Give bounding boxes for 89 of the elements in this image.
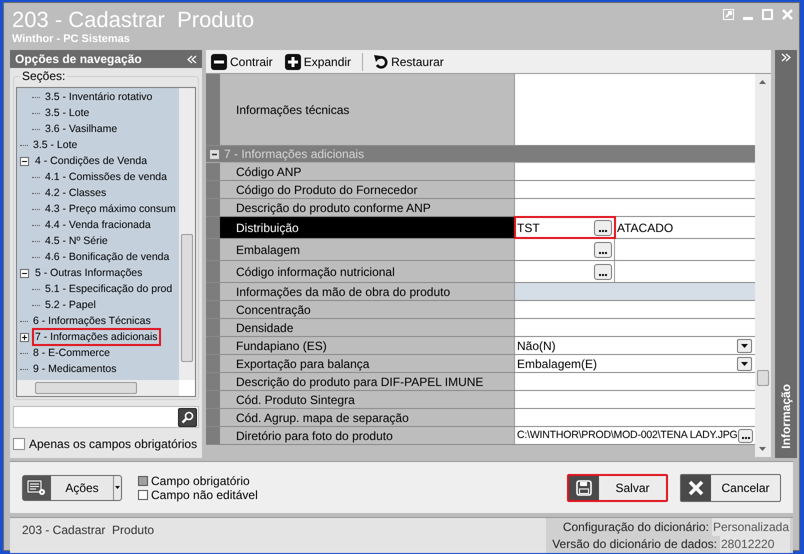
row-gutter (206, 283, 220, 300)
collapse-icon[interactable] (20, 156, 29, 166)
collapse-icon[interactable] (20, 268, 29, 278)
scrollbar[interactable] (17, 380, 179, 396)
caret-icon (115, 486, 120, 489)
row-gutter (206, 319, 220, 336)
undo-icon (374, 54, 388, 69)
row-gutter (206, 355, 220, 372)
legend-label: Campo obrigatório (151, 472, 250, 490)
save-button[interactable]: Salvar (567, 474, 668, 502)
search-icon (181, 410, 194, 424)
dropdown-field[interactable]: Não(N) (515, 337, 755, 354)
toolbar-button[interactable]: Restaurar (373, 52, 445, 72)
tree-item[interactable]: 7 - Informações adicionais (34, 330, 159, 344)
info-panel[interactable]: Informação (775, 50, 797, 458)
tree-item[interactable]: 3.6 - Vasilhame (44, 122, 118, 136)
dropdown-arrow-icon (741, 344, 748, 348)
plus-icon (284, 54, 301, 70)
expand-icon[interactable] (20, 332, 29, 342)
row-gutter (206, 261, 220, 282)
tree-item[interactable]: 9 - Medicamentos (32, 362, 118, 376)
scroll-thumb[interactable] (35, 382, 137, 394)
checkbox[interactable] (13, 438, 25, 450)
tree-item[interactable]: 5 - Outras Informações (34, 266, 144, 280)
dropdown-field[interactable]: Embalagem(E) (515, 355, 755, 372)
scroll-up-icon[interactable] (759, 80, 766, 84)
cancel-button[interactable]: Cancelar (680, 474, 781, 502)
collapse-icon[interactable] (210, 150, 219, 158)
scrollbar[interactable] (179, 88, 195, 380)
tree-item[interactable]: 4.2 - Classes (44, 186, 108, 200)
row-gutter (206, 301, 220, 318)
legend-label: Campo não editável (151, 488, 258, 504)
window-subtitle: Winthor - PC Sistemas (12, 33, 130, 46)
ellipsis-button[interactable] (738, 428, 753, 442)
row-gutter (206, 427, 220, 444)
tree-item[interactable]: 4.5 - Nº Série (44, 234, 109, 248)
tree-item[interactable]: 6 - Informações Técnicas (32, 314, 152, 328)
toolbar-button[interactable]: Expandir (284, 52, 352, 72)
maximize-icon[interactable] (762, 9, 773, 20)
tree-item[interactable]: 4.3 - Preço máximo consum (44, 202, 177, 216)
status-label: Configuração do dicionário: (562, 518, 709, 536)
status-label: Versão do dicionário de dados: (552, 536, 717, 552)
tree-item[interactable]: 8 - E-Commerce (32, 346, 112, 360)
panel-title: Opções de navegação (15, 51, 142, 68)
property-label[interactable]: Distribuição (220, 217, 515, 238)
toolbar-button[interactable]: Contrair (210, 52, 274, 72)
tree-item[interactable]: 3.5 - Lote (44, 106, 90, 120)
actions-button[interactable]: Ações (22, 474, 122, 500)
row-gutter (206, 217, 220, 238)
lookup-description: ATACADO (616, 220, 674, 237)
row-gutter (206, 181, 220, 198)
scrollbar[interactable] (755, 74, 771, 457)
tree-item[interactable]: 4.4 - Venda fracionada (44, 218, 152, 232)
close-icon (688, 480, 704, 496)
tree-item[interactable]: 4 - Condições de Venda (34, 154, 148, 168)
ellipsis-button[interactable] (594, 220, 612, 236)
scroll-down-icon[interactable] (759, 447, 766, 451)
tree-item[interactable]: 3.5 - Lote (32, 138, 78, 152)
ellipsis-button[interactable] (594, 264, 612, 280)
row-gutter (206, 239, 220, 260)
row-gutter (206, 409, 220, 426)
info-panel-title: Informação (778, 384, 794, 449)
row-gutter (206, 373, 220, 390)
status-value: 28012220 (720, 534, 790, 552)
tree-item[interactable]: 4.6 - Bonificação de venda (44, 250, 170, 264)
status-value: Personalizada (712, 518, 790, 536)
edit-icon[interactable] (723, 9, 734, 20)
lookup-field[interactable]: TST (515, 217, 615, 238)
dropdown-arrow-icon (741, 362, 748, 366)
list-gear-icon (27, 480, 47, 496)
window-title: 203 - Cadastrar Produto (12, 7, 254, 33)
row-gutter (206, 337, 220, 354)
row-gutter (206, 199, 220, 216)
search-button[interactable] (178, 408, 197, 426)
tree-item[interactable]: 4.1 - Comissões de venda (44, 170, 168, 184)
tree-item[interactable]: 5.2 - Papel (44, 298, 97, 312)
checkbox-label: Apenas os campos obrigatórios (29, 437, 198, 451)
tree-item[interactable]: 3.5 - Inventário rotativo (44, 90, 154, 104)
row-gutter (206, 391, 220, 408)
file-path-field[interactable]: C:\WINTHOR\PROD\MOD-002\TENA LADY.JPG (515, 427, 755, 444)
ellipsis-button[interactable] (594, 242, 612, 258)
minus-icon (211, 54, 227, 70)
scroll-thumb[interactable] (181, 234, 193, 362)
group-label: Seções: (20, 69, 68, 83)
tree-item[interactable]: 5.1 - Especificação do prod (44, 282, 174, 296)
search-field[interactable] (13, 406, 199, 428)
status-text: 203 - Cadastrar Produto (22, 523, 154, 537)
close-icon[interactable] (782, 9, 793, 20)
scroll-thumb[interactable] (757, 370, 769, 386)
